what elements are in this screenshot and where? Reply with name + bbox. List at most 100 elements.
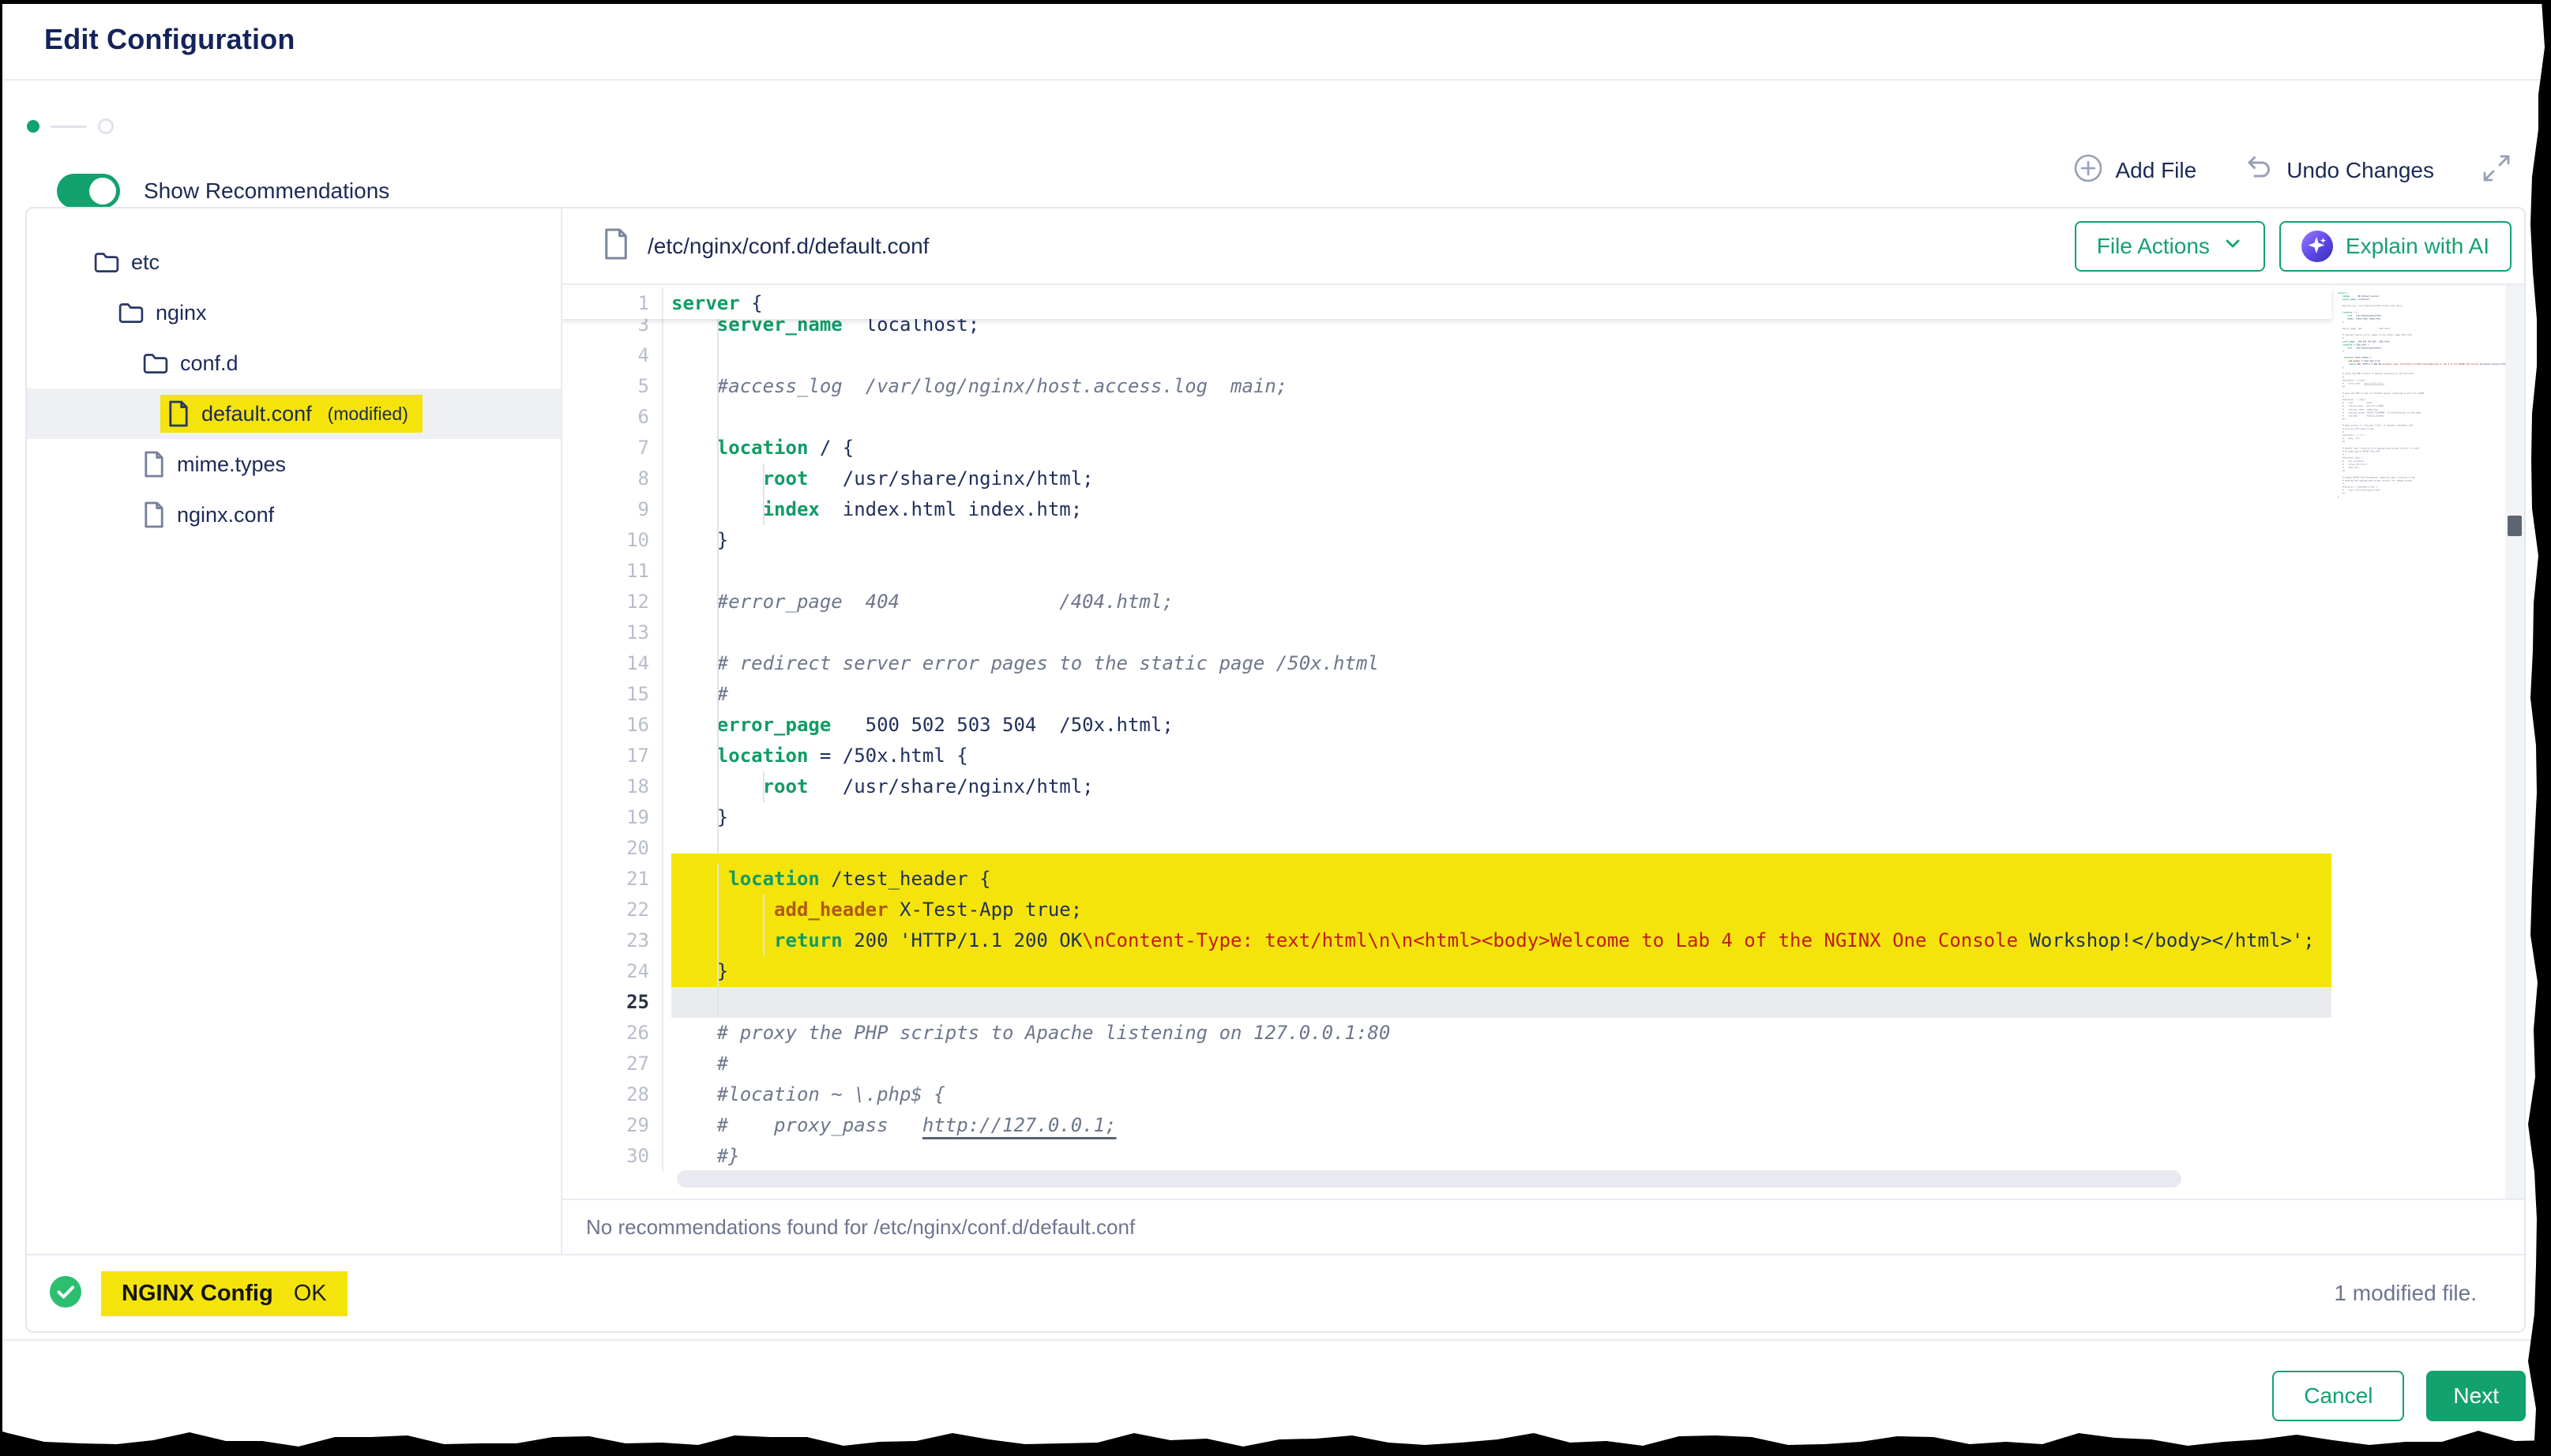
code-line: 30 #} bbox=[562, 1141, 2331, 1172]
file-icon bbox=[142, 450, 166, 478]
file-path: /etc/nginx/conf.d/default.conf bbox=[648, 234, 929, 259]
no-recommendations-text: No recommendations found for /etc/nginx/… bbox=[586, 1215, 1135, 1240]
torn-edge-bottom bbox=[0, 1417, 2551, 1456]
code-line: 6 bbox=[562, 402, 2331, 433]
undo-icon bbox=[2242, 152, 2275, 188]
code-line: 26 # proxy the PHP scripts to Apache lis… bbox=[562, 1018, 2331, 1049]
explain-with-ai-button[interactable]: Explain with AI bbox=[2279, 221, 2512, 272]
code-line: 11 bbox=[562, 556, 2331, 587]
code-line: 23 return 200 'HTTP/1.1 200 OK\nContent-… bbox=[562, 925, 2331, 956]
file-icon bbox=[142, 501, 166, 529]
code-line: 8 root /usr/share/nginx/html; bbox=[562, 463, 2331, 494]
tree-item-conf.d[interactable]: conf.d bbox=[27, 338, 561, 388]
tree-item-label: mime.types bbox=[177, 452, 286, 477]
tree-item-label: nginx.conf bbox=[177, 503, 274, 527]
code-lines: 3 server_name localhost;45 #access_log /… bbox=[562, 310, 2331, 1172]
chevron-down-icon bbox=[2222, 233, 2243, 259]
show-recommendations-label: Show Recommendations bbox=[144, 178, 389, 204]
file-actions-label: File Actions bbox=[2097, 234, 2210, 259]
highlight-top-strip bbox=[671, 854, 2331, 864]
code-sticky-row-host: 1server { bbox=[562, 288, 2524, 319]
editor-header-buttons: File Actions Explain with AI bbox=[2075, 221, 2512, 272]
code-line: 21 location /test_header { bbox=[562, 864, 2331, 895]
file-actions-button[interactable]: File Actions bbox=[2075, 221, 2265, 272]
expand-button[interactable] bbox=[2480, 152, 2513, 189]
code-line: 4 bbox=[562, 340, 2331, 371]
code-line: 5 #access_log /var/log/nginx/host.access… bbox=[562, 371, 2331, 402]
check-circle-icon bbox=[49, 1275, 82, 1312]
editor-column: /etc/nginx/conf.d/default.conf File Acti… bbox=[562, 208, 2524, 1254]
panel-footer: NGINX Config OK 1 modified file. bbox=[27, 1254, 2524, 1331]
code-line: 24 } bbox=[562, 956, 2331, 987]
modal-footer: Cancel Next bbox=[0, 1339, 2551, 1421]
tree-item-mime.types[interactable]: mime.types bbox=[27, 439, 561, 490]
code-line: 13 bbox=[562, 617, 2331, 648]
editor-horizontal-scrollbar-thumb[interactable] bbox=[677, 1170, 2181, 1188]
file-icon bbox=[167, 400, 190, 428]
torn-edge-left bbox=[0, 0, 2, 1437]
step-2-indicator bbox=[98, 118, 114, 134]
code-line: 27 # bbox=[562, 1049, 2331, 1079]
add-file-button[interactable]: Add File bbox=[2072, 152, 2196, 188]
code-line: 12 #error_page 404 /404.html; bbox=[562, 587, 2331, 617]
code-line: 29 # proxy_pass http://127.0.0.1; bbox=[562, 1110, 2331, 1141]
step-1-indicator bbox=[27, 120, 39, 133]
folder-icon bbox=[142, 351, 169, 375]
tree-item-label: etc bbox=[131, 250, 160, 275]
wizard-stepper bbox=[27, 118, 114, 134]
add-file-icon bbox=[2072, 152, 2104, 188]
minimap[interactable]: server { listen 80 default_server; serve… bbox=[2338, 291, 2505, 1176]
code-line: 15 # bbox=[562, 679, 2331, 710]
code-line-sticky: 1server { bbox=[562, 288, 2331, 319]
code-line: 9 index index.html index.htm; bbox=[562, 494, 2331, 525]
code-line: 28 #location ~ \.php$ { bbox=[562, 1079, 2331, 1110]
panel-main: etc nginx conf.d default.conf (modified) mime… bbox=[27, 208, 2524, 1254]
tree-item-nginx[interactable]: nginx bbox=[27, 287, 561, 338]
code-line: 25 bbox=[562, 987, 2331, 1018]
folder-icon bbox=[118, 301, 145, 325]
show-recommendations-toggle[interactable] bbox=[57, 174, 120, 208]
code-line: 18 root /usr/share/nginx/html; bbox=[562, 771, 2331, 802]
code-line: 14 # redirect server error pages to the … bbox=[562, 648, 2331, 679]
add-file-label: Add File bbox=[2115, 158, 2196, 183]
folder-icon bbox=[93, 250, 120, 274]
undo-changes-button[interactable]: Undo Changes bbox=[2242, 152, 2434, 188]
file-tree: etc nginx conf.d default.conf (modified) mime… bbox=[27, 208, 562, 1254]
torn-edge-right bbox=[2518, 0, 2551, 1456]
edit-configuration-modal: Edit Configuration Show Recommendations … bbox=[0, 0, 2551, 1456]
tree-item-label: conf.d bbox=[180, 351, 239, 376]
code-line: 7 location / { bbox=[562, 433, 2331, 463]
tree-item-label: nginx bbox=[156, 301, 207, 325]
code-editor[interactable]: 1server { 3 server_name localhost;45 #ac… bbox=[562, 285, 2524, 1199]
code-line: 16 error_page 500 502 503 504 /50x.html; bbox=[562, 710, 2331, 741]
modified-tag: (modified) bbox=[328, 403, 408, 425]
modal-header: Edit Configuration bbox=[0, 0, 2551, 81]
torn-edge-top bbox=[0, 0, 2551, 4]
tree-item-etc[interactable]: etc bbox=[27, 237, 561, 287]
status-label: NGINX Config bbox=[122, 1281, 273, 1307]
explain-with-ai-label: Explain with AI bbox=[2346, 234, 2489, 259]
nginx-config-status-badge: NGINX Config OK bbox=[101, 1271, 348, 1316]
file-icon bbox=[602, 227, 630, 265]
cancel-button[interactable]: Cancel bbox=[2272, 1371, 2404, 1421]
show-recommendations-row: Show Recommendations bbox=[57, 174, 389, 208]
topbar-actions: Add File Undo Changes bbox=[2072, 152, 2513, 189]
page-title: Edit Configuration bbox=[44, 23, 295, 56]
code-line: 17 location = /50x.html { bbox=[562, 741, 2331, 771]
status-value: OK bbox=[294, 1281, 327, 1307]
stepper-connector bbox=[51, 126, 87, 128]
tree-item-nginx.conf[interactable]: nginx.conf bbox=[27, 490, 561, 540]
toggle-knob bbox=[89, 178, 116, 205]
undo-changes-label: Undo Changes bbox=[2286, 158, 2434, 183]
code-line: 19 } bbox=[562, 802, 2331, 833]
ai-sparkle-icon bbox=[2301, 231, 2333, 262]
recommendations-bar: No recommendations found for /etc/nginx/… bbox=[562, 1199, 2524, 1254]
code-line: 10 } bbox=[562, 525, 2331, 556]
tree-item-default.conf[interactable]: default.conf (modified) bbox=[27, 388, 561, 439]
next-button[interactable]: Next bbox=[2426, 1371, 2526, 1421]
configuration-panel: etc nginx conf.d default.conf (modified) mime… bbox=[25, 207, 2526, 1333]
editor-header: /etc/nginx/conf.d/default.conf File Acti… bbox=[562, 208, 2524, 285]
code-line: 22 add_header X-Test-App true; bbox=[562, 895, 2331, 925]
tree-item-label: default.conf bbox=[201, 402, 312, 426]
expand-icon bbox=[2480, 152, 2513, 189]
